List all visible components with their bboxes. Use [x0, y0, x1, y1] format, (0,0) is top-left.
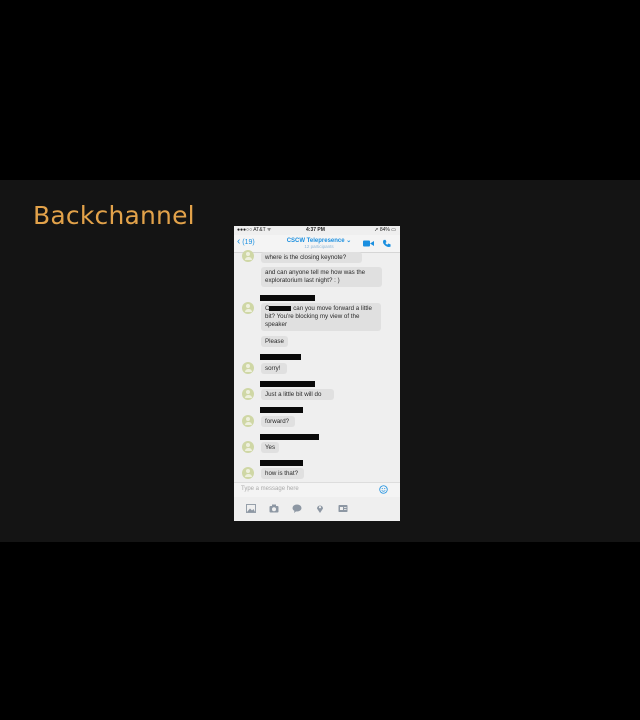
attachment-toolbar	[234, 497, 400, 521]
redacted-sender-name	[260, 354, 301, 360]
avatar	[242, 467, 254, 479]
battery-indicator: ➚ 84% ▭	[374, 227, 396, 233]
message-input-placeholder: Type a message here	[241, 486, 299, 492]
avatar	[242, 388, 254, 400]
location-pin-icon[interactable]	[315, 504, 325, 513]
phone-call-icon[interactable]	[382, 239, 391, 248]
image-icon[interactable]	[246, 504, 256, 513]
redacted-sender-name	[260, 460, 303, 466]
slide-title: Backchannel	[33, 201, 195, 230]
chat-header: ‹ (19) CSCW Telepresence ⌄ 12 participan…	[234, 235, 400, 253]
presentation-slide: Backchannel ●●●○○ AT&T ᯤ 4:37 PM ➚ 84% ▭…	[0, 180, 640, 542]
phone-screenshot: ●●●○○ AT&T ᯤ 4:37 PM ➚ 84% ▭ ‹ (19) CSCW…	[234, 226, 400, 521]
status-bar: ●●●○○ AT&T ᯤ 4:37 PM ➚ 84% ▭	[234, 226, 400, 234]
avatar	[242, 362, 254, 374]
message-list[interactable]: where is the closing keynote? and can an…	[234, 250, 400, 482]
avatar	[242, 441, 254, 453]
message-input[interactable]: Type a message here	[234, 482, 400, 497]
message-bubble: and can anyone tell me how was the explo…	[261, 267, 382, 287]
message-bubble: how is that?	[261, 468, 304, 479]
avatar	[242, 250, 254, 262]
contact-card-icon[interactable]	[338, 504, 348, 513]
carrier-label: ●●●○○ AT&T ᯤ	[237, 227, 272, 233]
avatar	[242, 302, 254, 314]
avatar	[242, 415, 254, 427]
redacted-sender-name	[260, 434, 319, 440]
redacted-sender-name	[260, 407, 303, 413]
message-bubble: sorry!	[261, 363, 287, 374]
participants-count: 12 participants	[304, 244, 334, 249]
message-bubble: Please	[261, 336, 288, 347]
back-button[interactable]: ‹ (19)	[237, 236, 255, 247]
video-call-icon[interactable]	[363, 240, 374, 247]
status-time: 4:37 PM	[306, 227, 325, 233]
camera-icon[interactable]	[269, 504, 279, 513]
chevron-left-icon: ‹	[237, 236, 241, 247]
message-bubble: forward?	[261, 416, 295, 427]
redacted-sender-name	[260, 381, 315, 387]
redacted-sender-name	[260, 295, 315, 301]
redacted-name	[269, 305, 292, 311]
message-bubble: Yes	[261, 442, 279, 453]
conversation-title[interactable]: CSCW Telepresence ⌄	[284, 237, 354, 244]
message-bubble: Just a little bit will do	[261, 389, 334, 400]
chat-bubble-icon[interactable]	[292, 504, 302, 513]
message-bubble: where is the closing keynote?	[261, 252, 362, 263]
emoji-icon[interactable]	[379, 485, 388, 494]
back-count: (19)	[242, 239, 255, 246]
message-bubble: C can you move forward a little bit? You…	[261, 303, 381, 331]
